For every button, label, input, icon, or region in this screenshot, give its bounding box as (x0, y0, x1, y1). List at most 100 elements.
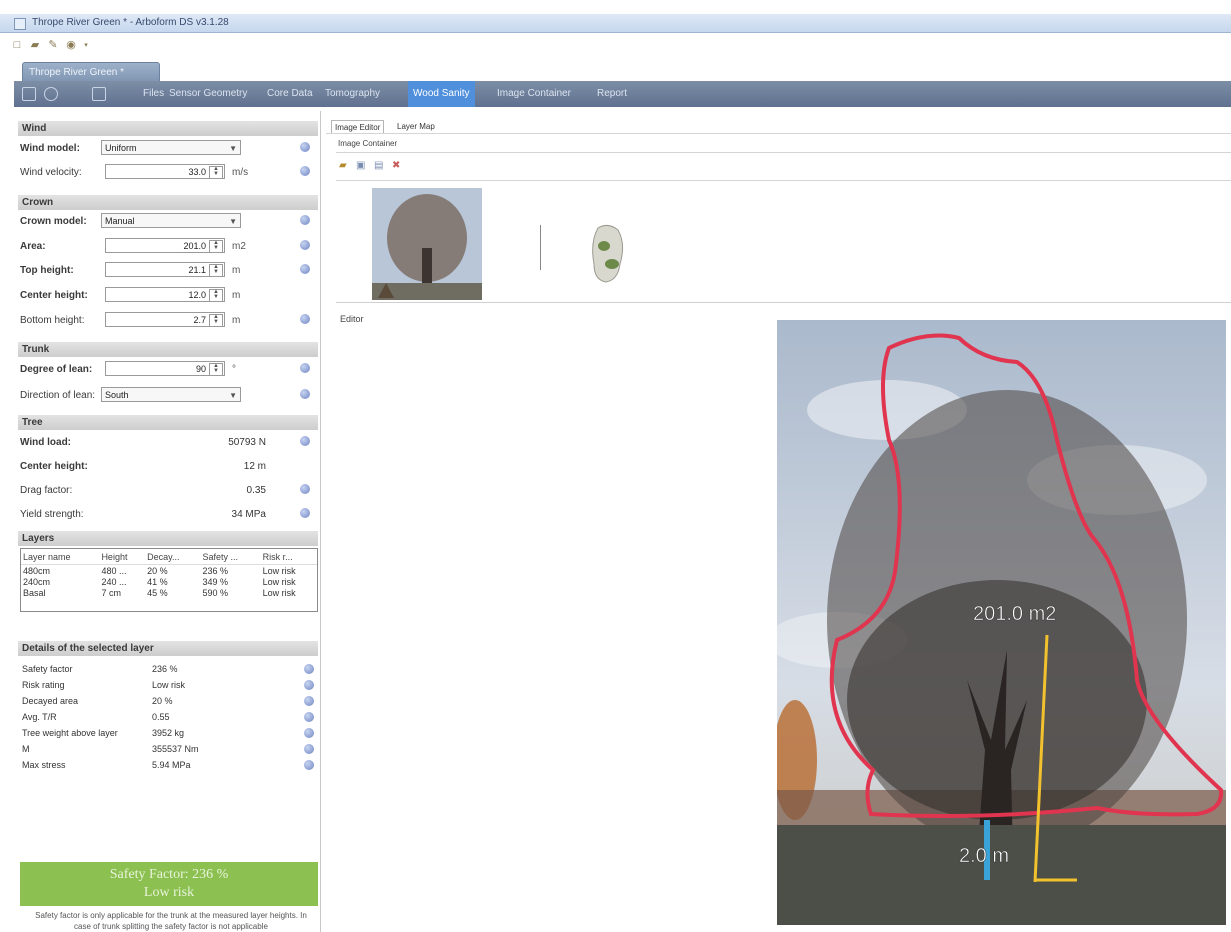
paste-icon[interactable]: ▤ (374, 160, 383, 171)
document-tab[interactable]: Thrope River Green * (22, 62, 160, 82)
safety-factor-text: Safety Factor: 236 % (109, 867, 229, 882)
info-icon[interactable] (300, 484, 310, 494)
open-icon[interactable]: ▰ (28, 39, 42, 52)
bottom-height-input[interactable]: 2.7 ▲ ▼ (105, 312, 225, 327)
lean-degree-input[interactable]: 90 ▲ ▼ (105, 361, 225, 376)
table-cell: Low risk (262, 565, 296, 576)
crown-area-label: Area: (20, 241, 46, 252)
table-row[interactable]: Basal 7 cm 45 % 590 % Low risk (21, 587, 317, 598)
tab-image-editor[interactable]: Image Editor (331, 120, 385, 134)
crown-area-input[interactable]: 201.0 ▲ ▼ (105, 238, 225, 253)
info-icon[interactable] (304, 664, 314, 674)
spinner-icon[interactable]: ▲ ▼ (209, 264, 223, 277)
info-icon[interactable] (304, 728, 314, 738)
tab-image-container[interactable]: Image Container (492, 81, 576, 107)
tree-thumbnail[interactable] (372, 188, 482, 300)
crown-model-row: Crown model: Manual ▼ (18, 211, 318, 231)
info-icon[interactable] (304, 760, 314, 770)
drag-factor-label: Drag factor: (20, 485, 73, 496)
quick-access-toolbar: □ ▰ ✎ ◉ ▾ (10, 36, 90, 54)
column-header[interactable]: Decay... (145, 549, 201, 565)
column-header[interactable]: Layer name (21, 549, 100, 565)
layers-table[interactable]: Layer name Height Decay... Safety ... Ri… (20, 548, 318, 612)
safety-note: Safety factor is only applicable for the… (35, 911, 307, 931)
lean-direction-select[interactable]: South ▼ (101, 387, 241, 402)
column-header[interactable]: Risk r... (260, 549, 317, 565)
tab-sensor-geometry[interactable]: Sensor Geometry (164, 81, 252, 107)
spinner-icon[interactable]: ▲ ▼ (209, 363, 223, 376)
top-height-input[interactable]: 21.1 ▲ ▼ (105, 262, 225, 277)
column-header[interactable]: Height (99, 549, 146, 565)
info-icon[interactable] (304, 680, 314, 690)
table-cell: 480cm (23, 565, 51, 576)
edit-icon[interactable]: ✎ (46, 39, 60, 52)
tab-layer-map[interactable]: Layer Map (394, 120, 438, 133)
crown-area-row: Area: 201.0 ▲ ▼ m2 (18, 236, 318, 256)
height-label: 2.0 m (959, 845, 1009, 867)
spinner-icon[interactable]: ▲ ▼ (209, 166, 223, 179)
container-divider (336, 152, 1231, 153)
target-icon[interactable] (44, 87, 58, 101)
table-cell: 590 % (202, 587, 228, 598)
info-icon[interactable] (300, 264, 310, 274)
spinner-icon[interactable]: ▲ ▼ (209, 314, 223, 327)
spinner-icon[interactable]: ▲ ▼ (209, 289, 223, 302)
detail-label: Risk rating (22, 680, 65, 690)
lean-direction-row: Direction of lean: South ▼ (18, 385, 318, 405)
delete-icon[interactable]: ✖ (392, 160, 400, 171)
lean-direction-label: Direction of lean: (20, 390, 96, 401)
top-height-value: 21.1 (188, 265, 206, 275)
tab-report[interactable]: Report (592, 81, 632, 107)
tree-section-header: Tree (18, 415, 318, 430)
image-container-label: Image Container (338, 139, 398, 148)
detail-label: Max stress (22, 760, 66, 770)
crown-mask-thumbnail[interactable] (590, 224, 626, 286)
info-icon[interactable] (300, 215, 310, 225)
folder-icon[interactable]: ▰ (339, 160, 347, 171)
info-icon[interactable] (300, 314, 310, 324)
grid-icon[interactable] (22, 87, 36, 101)
column-header[interactable]: Safety ... (200, 549, 261, 565)
center-height-input[interactable]: 12.0 ▲ ▼ (105, 287, 225, 302)
drag-factor-row: Drag factor: 0.35 (18, 480, 318, 500)
area-label: 201.0 m2 (973, 603, 1056, 625)
bottom-height-unit: m (232, 315, 241, 326)
info-icon[interactable] (300, 389, 310, 399)
info-icon[interactable] (304, 744, 314, 754)
detail-value: 236 % (152, 664, 178, 674)
table-row[interactable]: 240cm 240 ... 41 % 349 % Low risk (21, 576, 317, 587)
tab-core-data[interactable]: Core Data (262, 81, 318, 107)
info-icon[interactable] (300, 363, 310, 373)
tree-photo-editor[interactable]: 201.0 m2 2.0 m (777, 320, 1226, 925)
tab-tomography[interactable]: Tomography (320, 81, 385, 107)
wind-load-label: Wind load: (20, 437, 72, 448)
info-icon[interactable] (300, 436, 310, 446)
wind-velocity-input[interactable]: 33.0 ▲ ▼ (105, 164, 225, 179)
crown-model-select[interactable]: Manual ▼ (101, 213, 241, 228)
wind-model-select[interactable]: Uniform ▼ (101, 140, 241, 155)
list-icon[interactable] (92, 87, 106, 101)
wind-velocity-row: Wind velocity: 33.0 ▲ ▼ m/s (18, 162, 318, 182)
table-row[interactable]: 480cm 480 ... 20 % 236 % Low risk (21, 565, 317, 577)
info-icon[interactable] (300, 166, 310, 176)
detail-label: M (22, 744, 30, 754)
info-icon[interactable] (304, 712, 314, 722)
copy-icon[interactable]: ▣ (356, 160, 365, 171)
crown-model-label: Crown model: (20, 216, 87, 227)
wind-section-header: Wind (18, 121, 318, 136)
new-icon[interactable]: □ (10, 39, 24, 52)
spinner-icon[interactable]: ▲ ▼ (209, 240, 223, 253)
bottom-height-row: Bottom height: 2.7 ▲ ▼ m (18, 310, 318, 330)
crown-area-unit: m2 (232, 241, 246, 252)
detail-label: Tree weight above layer (22, 728, 118, 738)
table-cell: 480 ... (101, 565, 127, 576)
chevron-down-icon[interactable]: ▾ (82, 39, 90, 52)
info-icon[interactable] (300, 240, 310, 250)
info-icon[interactable] (300, 508, 310, 518)
info-icon[interactable] (304, 696, 314, 706)
info-icon[interactable] (300, 142, 310, 152)
help-icon[interactable]: ◉ (64, 39, 78, 52)
tab-wood-sanity[interactable]: Wood Sanity (408, 81, 475, 107)
table-cell: 349 % (202, 576, 228, 587)
wind-model-row: Wind model: Uniform ▼ (18, 138, 318, 158)
